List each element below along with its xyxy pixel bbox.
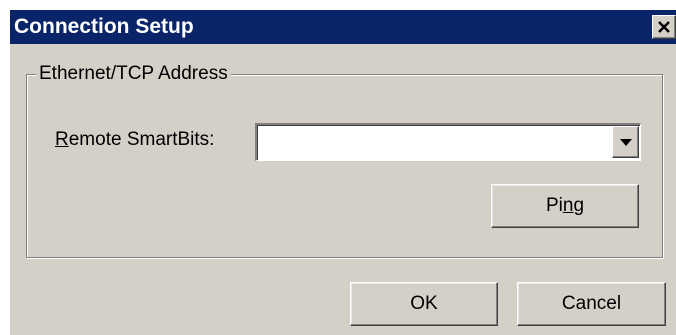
groupbox-label: Ethernet/TCP Address xyxy=(36,63,231,85)
remote-smartbits-label: Remote SmartBits: xyxy=(55,129,214,151)
ethernet-tcp-groupbox xyxy=(26,74,663,258)
close-button[interactable] xyxy=(652,15,676,39)
ping-label-post: g xyxy=(573,195,585,216)
dropdown-arrow-icon xyxy=(620,139,632,146)
ping-label-pre: Pi xyxy=(545,195,563,216)
title-bar[interactable]: Connection Setup xyxy=(10,10,676,44)
close-icon xyxy=(658,21,670,33)
dropdown-button[interactable] xyxy=(612,126,639,158)
ok-button[interactable]: OK xyxy=(350,282,498,326)
ping-button[interactable]: Ping xyxy=(491,184,639,228)
remote-smartbits-label-accelerator: R xyxy=(55,129,69,150)
cancel-button[interactable]: Cancel xyxy=(517,282,666,326)
remote-smartbits-combobox[interactable] xyxy=(255,123,641,161)
remote-smartbits-label-text: emote SmartBits: xyxy=(68,129,215,150)
connection-setup-dialog: Connection Setup Ethernet/TCP Address Re… xyxy=(8,8,676,335)
ping-label-accelerator: n xyxy=(562,195,574,216)
dialog-title: Connection Setup xyxy=(14,15,194,38)
